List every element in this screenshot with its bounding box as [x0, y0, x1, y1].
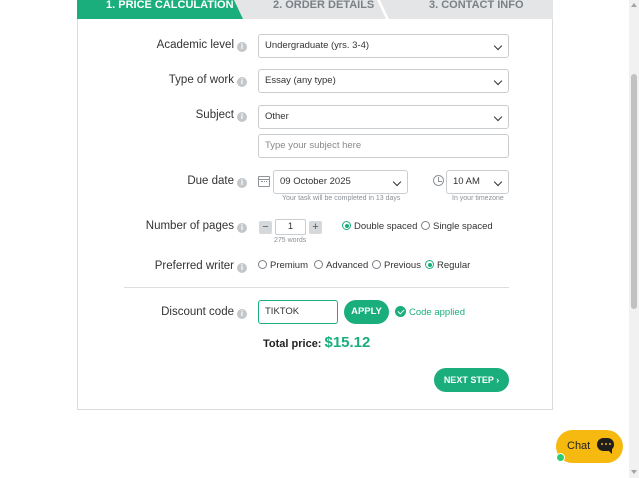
previous-label: Previous [384, 260, 421, 271]
chat-bubble-icon [597, 438, 614, 454]
info-icon[interactable]: i [237, 42, 247, 52]
pages-input[interactable]: 1 [275, 219, 306, 235]
step-separator [377, 0, 389, 19]
chat-label: Chat [567, 440, 591, 452]
type-of-work-value: Essay (any type) [265, 75, 336, 86]
info-icon[interactable]: i [237, 309, 247, 319]
total-price: Total price: $15.12 [263, 334, 370, 352]
words-hint: 275 words [274, 237, 307, 244]
academic-level-label: Academic level i [157, 39, 247, 52]
radio-dot [421, 221, 430, 230]
double-spaced-label: Double spaced [354, 221, 418, 232]
order-page: 1. PRICE CALCULATION 2. ORDER DETAILS 3.… [0, 0, 639, 478]
writer-label: Preferred writer i [155, 260, 247, 273]
chevron-right-icon: › [496, 375, 500, 385]
code-applied-text: Code applied [409, 307, 465, 318]
double-spaced-radio[interactable]: Double spaced [342, 221, 417, 233]
info-icon[interactable]: i [237, 223, 247, 233]
single-spaced-label: Single spaced [433, 221, 493, 232]
writer-regular-radio[interactable]: Regular [425, 260, 470, 272]
info-icon[interactable]: i [237, 112, 247, 122]
chevron-down-icon [493, 76, 503, 86]
academic-level-text: Academic level [156, 39, 234, 51]
chevron-down-icon [493, 112, 503, 122]
writer-premium-radio[interactable]: Premium [258, 260, 308, 272]
academic-level-value: Undergraduate (yrs. 3-4) [265, 40, 370, 51]
type-of-work-text: Type of work [168, 74, 234, 86]
advanced-label: Advanced [326, 260, 369, 271]
due-date-label: Due date i [187, 175, 247, 188]
scroll-down-icon[interactable] [631, 470, 637, 474]
premium-label: Premium [270, 260, 309, 271]
writer-text: Preferred writer [154, 260, 234, 272]
subject-placeholder: Type your subject here [265, 140, 362, 151]
page-scrollbar[interactable] [629, 0, 639, 478]
info-icon[interactable]: i [237, 263, 247, 273]
total-price-value: $15.12 [324, 334, 371, 351]
chevron-down-icon [493, 41, 503, 51]
discount-text: Discount code [161, 306, 234, 318]
radio-dot [258, 260, 267, 269]
type-of-work-label: Type of work i [169, 74, 247, 87]
step-price-calculation[interactable]: 1. PRICE CALCULATION [77, 0, 243, 19]
step-order-details[interactable]: 2. ORDER DETAILS [273, 0, 374, 19]
apply-button[interactable]: APPLY [344, 300, 389, 324]
pages-increment-button[interactable]: + [309, 221, 322, 234]
timezone-hint: In your timezone [452, 195, 504, 202]
pages-decrement-button[interactable]: − [259, 221, 272, 234]
check-circle-icon [395, 306, 406, 317]
discount-code-input[interactable]: TIKTOK [258, 300, 338, 324]
radio-dot [342, 221, 351, 230]
discount-label: Discount code i [161, 306, 247, 319]
subject-select[interactable]: Other [258, 105, 509, 129]
subject-label: Subject i [196, 109, 247, 122]
next-step-label: NEXT STEP [443, 375, 494, 385]
subject-text: Subject [195, 109, 234, 121]
code-applied-status: Code applied [395, 306, 465, 320]
academic-level-select[interactable]: Undergraduate (yrs. 3-4) [258, 34, 509, 58]
due-date-value: 09 October 2025 [280, 176, 351, 187]
info-icon[interactable]: i [237, 178, 247, 188]
due-time-select[interactable]: 10 AM [446, 170, 509, 194]
writer-advanced-radio[interactable]: Advanced [314, 260, 368, 272]
single-spaced-radio[interactable]: Single spaced [421, 221, 493, 233]
total-price-label: Total price: [263, 338, 322, 350]
chat-widget-button[interactable]: Chat [556, 430, 623, 463]
writer-previous-radio[interactable]: Previous [372, 260, 421, 272]
order-steps: 1. PRICE CALCULATION 2. ORDER DETAILS 3.… [77, 0, 553, 19]
step-contact-info[interactable]: 3. CONTACT INFO [429, 0, 524, 19]
pages-label: Number of pages i [146, 220, 247, 233]
radio-dot [372, 260, 381, 269]
subject-value: Other [265, 111, 289, 122]
next-step-button[interactable]: NEXT STEP › [434, 368, 509, 392]
type-of-work-select[interactable]: Essay (any type) [258, 69, 509, 93]
scroll-thumb[interactable] [631, 74, 637, 309]
price-calculator-card: Academic level i Undergraduate (yrs. 3-4)… [77, 19, 553, 410]
calendar-icon [258, 176, 270, 187]
pages-text: Number of pages [145, 220, 234, 232]
online-status-dot [556, 453, 565, 462]
due-date-text: Due date [187, 175, 234, 187]
scroll-up-icon[interactable] [631, 3, 637, 7]
subject-input[interactable]: Type your subject here [258, 134, 509, 158]
info-icon[interactable]: i [237, 77, 247, 87]
due-date-select[interactable]: 09 October 2025 [273, 170, 408, 194]
regular-label: Regular [437, 260, 471, 271]
radio-dot [425, 260, 434, 269]
clock-icon [433, 175, 444, 186]
divider [124, 287, 509, 288]
chevron-down-icon [493, 177, 503, 187]
chevron-down-icon [392, 177, 402, 187]
completion-hint: Your task will be completed in 13 days [282, 195, 401, 202]
radio-dot [314, 260, 323, 269]
due-time-value: 10 AM [453, 176, 480, 187]
